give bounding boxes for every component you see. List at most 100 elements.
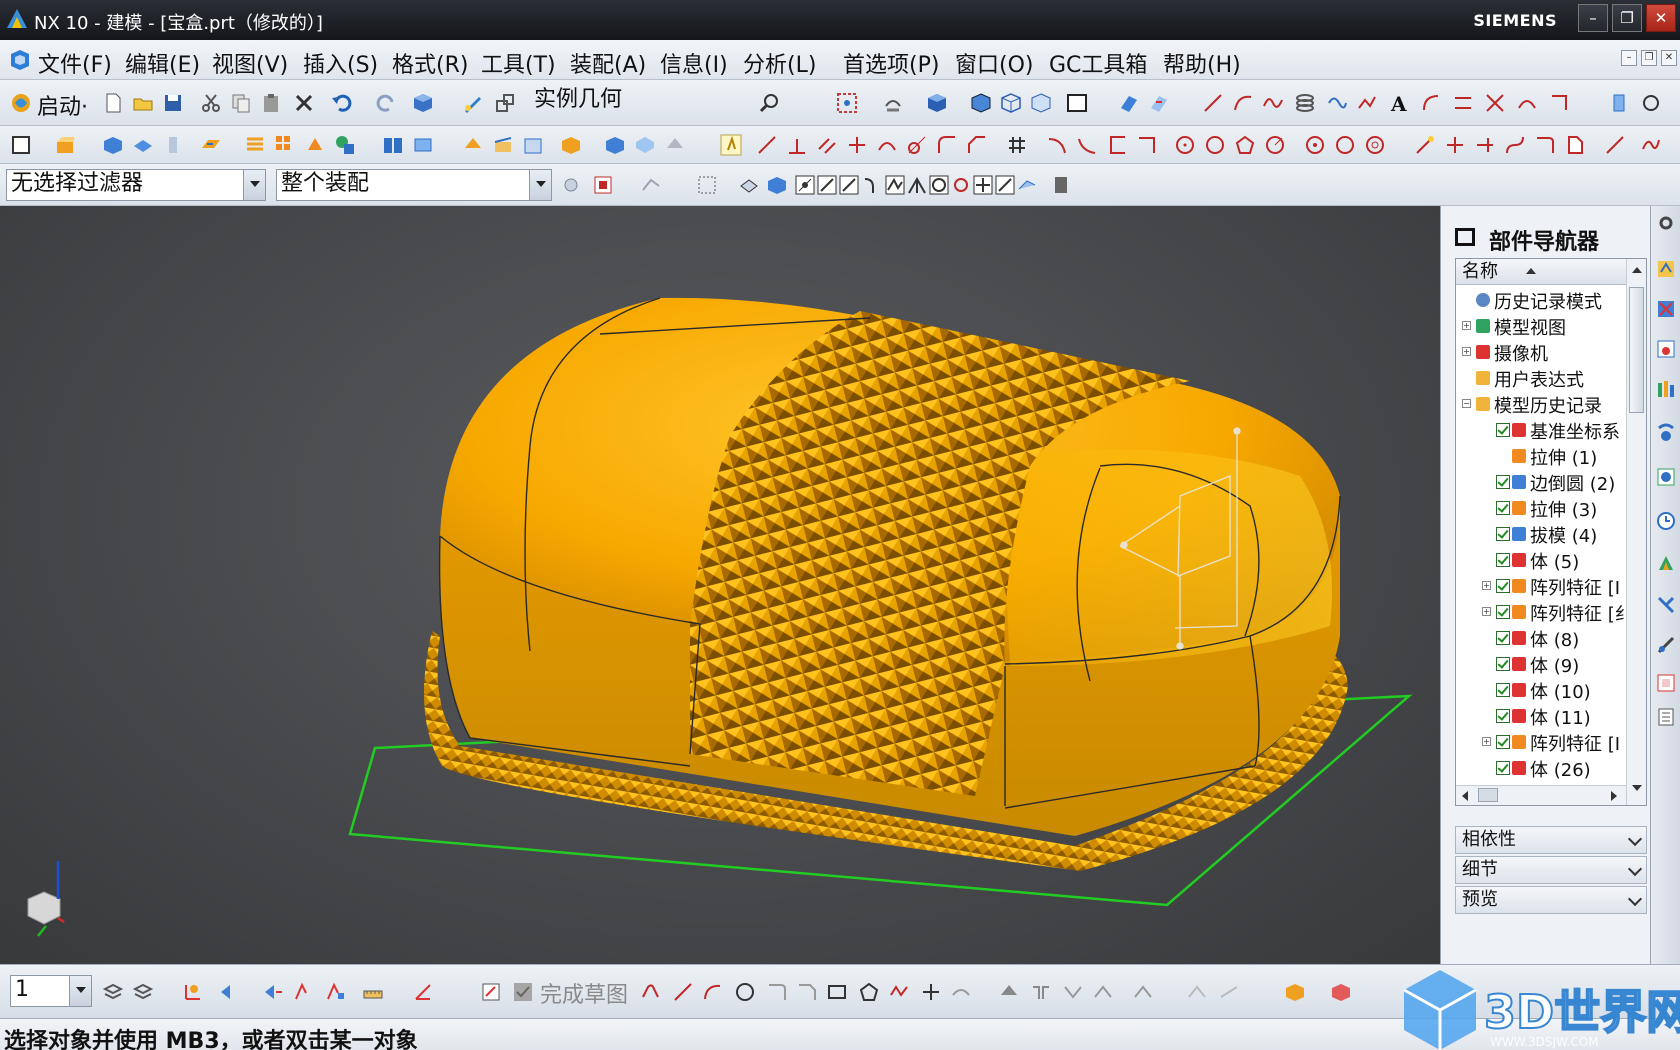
scroll-down-icon[interactable] bbox=[1632, 785, 1642, 791]
scroll-left-icon[interactable] bbox=[1462, 791, 1468, 801]
layer-settings-icon[interactable] bbox=[102, 981, 124, 1003]
tree-node[interactable]: − 模型历史记录 bbox=[1456, 390, 1626, 418]
visibility-checkbox[interactable] bbox=[1496, 631, 1510, 645]
fit-view-icon[interactable] bbox=[836, 92, 858, 114]
trim-curve-icon[interactable] bbox=[1444, 134, 1466, 156]
perpendicular-icon[interactable] bbox=[786, 134, 808, 156]
tree-node[interactable]: + 阵列特征 [I bbox=[1456, 572, 1626, 600]
command-finder[interactable]: 实例几何 bbox=[530, 86, 788, 120]
circle-center-icon[interactable] bbox=[1174, 134, 1196, 156]
section-view-icon[interactable] bbox=[1118, 92, 1140, 114]
wave-curve-icon[interactable] bbox=[1640, 134, 1662, 156]
horizontal-scrollbar[interactable] bbox=[1456, 785, 1626, 805]
new-file-icon[interactable] bbox=[102, 92, 124, 114]
sketch-line-icon[interactable] bbox=[672, 981, 694, 1003]
visibility-checkbox[interactable] bbox=[1496, 475, 1510, 489]
menu-gc-toolkit[interactable]: GC工具箱 bbox=[1049, 47, 1147, 79]
start-menu-button[interactable]: 启动· bbox=[37, 89, 88, 121]
chevron-down-icon[interactable] bbox=[243, 170, 265, 200]
scroll-right-icon[interactable] bbox=[1611, 791, 1617, 801]
tree-node[interactable]: 历史记录模式 bbox=[1456, 286, 1626, 314]
visibility-checkbox[interactable] bbox=[1496, 657, 1510, 671]
scroll-thumb[interactable] bbox=[1629, 287, 1644, 413]
menu-analysis[interactable]: 分析(L) bbox=[743, 47, 816, 79]
menu-file[interactable]: 文件(F) bbox=[38, 47, 112, 79]
wcs-icon[interactable] bbox=[182, 981, 204, 1003]
page-curve-icon[interactable] bbox=[1564, 134, 1586, 156]
geometric-constraint-icon[interactable] bbox=[1186, 981, 1208, 1003]
point-circle-c-icon[interactable] bbox=[1364, 134, 1386, 156]
name-column-header[interactable]: 名称 bbox=[1456, 259, 1626, 285]
quick-extend-icon[interactable] bbox=[1092, 981, 1114, 1003]
sketch-icon[interactable] bbox=[10, 134, 32, 156]
background-icon[interactable] bbox=[1066, 92, 1088, 114]
preview-section[interactable]: 预览 bbox=[1455, 886, 1647, 914]
menu-information[interactable]: 信息(I) bbox=[660, 47, 728, 79]
pattern-feature-icon[interactable] bbox=[274, 134, 296, 156]
roles-icon[interactable] bbox=[1655, 672, 1677, 694]
tree-node[interactable]: 体 (9) bbox=[1456, 650, 1626, 678]
menu-help[interactable]: 帮助(H) bbox=[1163, 47, 1241, 79]
system-scene-icon[interactable] bbox=[1655, 706, 1677, 728]
thicken-icon[interactable] bbox=[634, 134, 656, 156]
web-browser-icon[interactable] bbox=[1655, 466, 1677, 488]
reuse-library-icon[interactable] bbox=[1655, 378, 1677, 400]
rotate-view-icon[interactable] bbox=[882, 92, 904, 114]
menu-tools[interactable]: 工具(T) bbox=[481, 47, 556, 79]
redo-icon[interactable] bbox=[376, 92, 398, 114]
visibility-checkbox[interactable] bbox=[1496, 553, 1510, 567]
view-triad[interactable] bbox=[27, 861, 65, 937]
extrude-icon[interactable] bbox=[54, 134, 76, 156]
tree-node[interactable]: 体 (26) bbox=[1456, 754, 1626, 782]
sketch-task-icon[interactable] bbox=[480, 981, 502, 1003]
snap-face-icon[interactable] bbox=[766, 174, 788, 196]
expand-icon[interactable]: + bbox=[1462, 321, 1471, 330]
constraint-navigator-icon[interactable] bbox=[1655, 298, 1677, 320]
menu-insert[interactable]: 插入(S) bbox=[303, 47, 378, 79]
system-materials-icon[interactable] bbox=[1655, 552, 1677, 574]
tree-node[interactable]: + 阵列特征 [I bbox=[1456, 728, 1626, 756]
ellipse-icon[interactable] bbox=[1264, 134, 1286, 156]
text-icon[interactable]: A bbox=[1388, 92, 1410, 114]
menu-assemblies[interactable]: 装配(A) bbox=[570, 47, 646, 79]
offset-curve-icon[interactable] bbox=[1420, 92, 1442, 114]
face-blend-icon[interactable] bbox=[412, 134, 434, 156]
circle-3pt-icon[interactable] bbox=[1204, 134, 1226, 156]
mirror-curve-icon[interactable] bbox=[1030, 981, 1052, 1003]
shaded-cube-icon[interactable] bbox=[926, 92, 948, 114]
orient-icon[interactable] bbox=[218, 981, 240, 1003]
fillet-curve-icon[interactable] bbox=[936, 134, 958, 156]
tree-node[interactable]: 体 (5) bbox=[1456, 546, 1626, 574]
offset-curve-sketch-icon[interactable] bbox=[950, 981, 972, 1003]
restore-button[interactable]: ❐ bbox=[1612, 4, 1642, 32]
move-to-layer-icon[interactable] bbox=[132, 981, 154, 1003]
dimension-constraint-icon[interactable] bbox=[1218, 981, 1240, 1003]
circle-options-icon[interactable] bbox=[1640, 92, 1662, 114]
undo-icon[interactable] bbox=[330, 92, 352, 114]
helix-icon[interactable] bbox=[1294, 92, 1316, 114]
select-body-icon[interactable] bbox=[560, 174, 582, 196]
sketch-chamfer-icon[interactable] bbox=[796, 981, 818, 1003]
tree-node[interactable]: 边倒圆 (2) bbox=[1456, 468, 1626, 496]
tree-node[interactable]: 拉伸 (1) bbox=[1456, 442, 1626, 470]
snap-entity-icon[interactable] bbox=[738, 174, 760, 196]
line-icon[interactable] bbox=[1202, 92, 1224, 114]
expand-icon[interactable]: + bbox=[1482, 607, 1491, 616]
chamfer-curve-icon[interactable] bbox=[966, 134, 988, 156]
menu-preferences[interactable]: 首选项(P) bbox=[843, 47, 939, 79]
visibility-checkbox[interactable] bbox=[1496, 423, 1510, 437]
search-icon[interactable] bbox=[758, 92, 780, 114]
slash-curve-icon[interactable] bbox=[1604, 134, 1626, 156]
wireframe-cube-icon[interactable] bbox=[1000, 92, 1022, 114]
finish-sketch-icon[interactable] bbox=[512, 981, 534, 1003]
scroll-up-icon[interactable] bbox=[1632, 267, 1642, 273]
expand-icon[interactable]: + bbox=[1482, 581, 1491, 590]
sew-icon[interactable] bbox=[664, 134, 686, 156]
edit-object-icon[interactable] bbox=[462, 92, 484, 114]
graphics-window[interactable] bbox=[0, 206, 1440, 964]
measure-angle-icon[interactable] bbox=[412, 981, 434, 1003]
bisector-icon[interactable] bbox=[846, 134, 868, 156]
sketch-part-icon[interactable] bbox=[1284, 981, 1306, 1003]
select-feature-icon[interactable] bbox=[592, 174, 614, 196]
select-edge-icon[interactable] bbox=[640, 174, 662, 196]
